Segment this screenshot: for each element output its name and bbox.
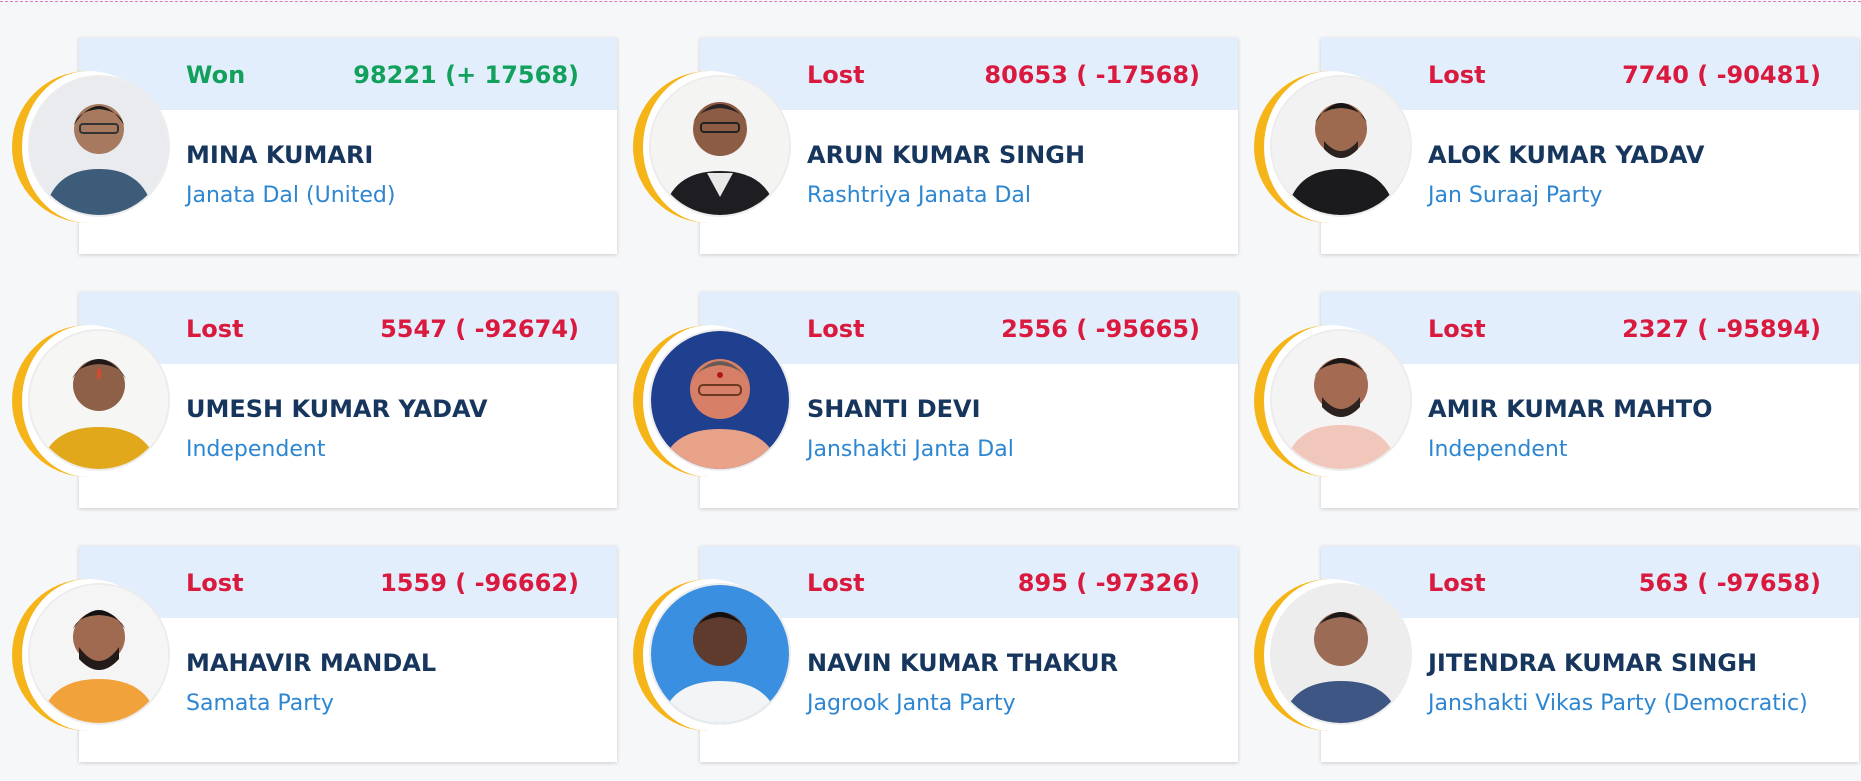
candidate-name: ARUN KUMAR SINGH	[807, 141, 1086, 169]
candidate-photo-icon	[30, 331, 168, 469]
candidate-name: JITENDRA KUMAR SINGH	[1428, 649, 1758, 677]
result-status: Lost	[1428, 315, 1486, 343]
candidate-photo-icon	[1272, 585, 1410, 723]
candidate-name: AMIR KUMAR MAHTO	[1428, 395, 1713, 423]
result-status: Lost	[1428, 61, 1486, 89]
result-status: Won	[186, 61, 246, 89]
candidate-name: UMESH KUMAR YADAV	[186, 395, 488, 423]
result-status: Lost	[807, 569, 865, 597]
party-name: Janata Dal (United)	[186, 183, 396, 208]
candidate-photo-icon	[30, 585, 168, 723]
avatar-ring	[12, 325, 168, 477]
vote-count: 2556 ( -95665)	[1001, 315, 1200, 343]
vote-count: 5547 ( -92674)	[380, 315, 579, 343]
vote-count: 895 ( -97326)	[1017, 569, 1200, 597]
party-name: Rashtriya Janata Dal	[807, 183, 1031, 208]
candidate-name: ALOK KUMAR YADAV	[1428, 141, 1705, 169]
party-name: Samata Party	[186, 691, 334, 716]
avatar-ring	[633, 71, 789, 223]
candidate-name: MAHAVIR MANDAL	[186, 649, 437, 677]
result-status: Lost	[186, 569, 244, 597]
party-name: Independent	[1428, 437, 1568, 462]
result-status: Lost	[186, 315, 244, 343]
party-name: Jagrook Janta Party	[807, 691, 1016, 716]
vote-count: 7740 ( -90481)	[1622, 61, 1821, 89]
avatar-ring	[1254, 325, 1410, 477]
avatar-ring	[1254, 71, 1410, 223]
avatar-ring	[633, 579, 789, 731]
candidate-name: SHANTI DEVI	[807, 395, 981, 423]
candidate-photo-icon	[1272, 331, 1410, 469]
avatar-ring	[1254, 579, 1410, 731]
vote-count: 563 ( -97658)	[1638, 569, 1821, 597]
party-name: Janshakti Vikas Party (Democratic)	[1428, 691, 1808, 716]
candidate-photo-icon	[30, 77, 168, 215]
party-name: Jan Suraaj Party	[1428, 183, 1603, 208]
vote-count: 80653 ( -17568)	[984, 61, 1200, 89]
avatar-ring	[633, 325, 789, 477]
result-status: Lost	[807, 315, 865, 343]
candidate-grid: Won 98221 (+ 17568) MINA KUMARI Janata D…	[0, 0, 1861, 781]
candidate-photo-icon	[651, 585, 789, 723]
avatar-ring	[12, 71, 168, 223]
result-status: Lost	[807, 61, 865, 89]
candidate-photo-icon	[1272, 77, 1410, 215]
party-name: Independent	[186, 437, 326, 462]
vote-count: 1559 ( -96662)	[380, 569, 579, 597]
party-name: Janshakti Janta Dal	[807, 437, 1014, 462]
result-status: Lost	[1428, 569, 1486, 597]
candidate-photo-icon	[651, 331, 789, 469]
avatar-ring	[12, 579, 168, 731]
candidate-name: NAVIN KUMAR THAKUR	[807, 649, 1119, 677]
candidate-photo-icon	[651, 77, 789, 215]
vote-count: 2327 ( -95894)	[1622, 315, 1821, 343]
candidate-name: MINA KUMARI	[186, 141, 374, 169]
vote-count: 98221 (+ 17568)	[353, 61, 579, 89]
